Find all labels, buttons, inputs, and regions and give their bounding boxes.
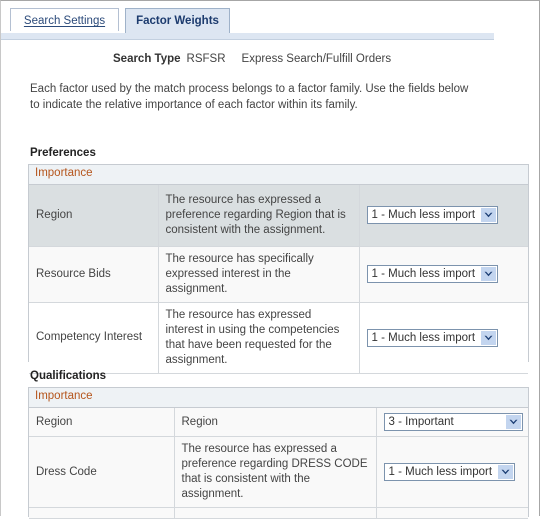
preferences-row-0-importance-value: 1 - Much less import [371, 209, 476, 222]
qualifications-grid-header: Importance [29, 388, 528, 408]
preferences-row-0-importance-select[interactable]: 1 - Much less import [366, 206, 498, 225]
chevron-down-icon[interactable] [480, 208, 496, 223]
table-row: Region Region 3 - Important [29, 408, 528, 437]
qualifications-row-2-description [174, 507, 377, 519]
tab-bar: Search Settings Factor Weights [1, 8, 540, 40]
qualifications-table: Region Region 3 - Important Dress Code T… [29, 408, 528, 519]
table-row: Dress Code The resource has expressed a … [29, 436, 528, 508]
qualifications-importance-header: Importance [35, 390, 93, 402]
chevron-down-icon[interactable] [505, 415, 521, 429]
tab-search-settings[interactable]: Search Settings [10, 8, 119, 31]
preferences-row-2-description: The resource has expressed interest in u… [158, 302, 360, 374]
search-type-name: Express Search/Fulfill Orders [241, 53, 392, 65]
preferences-table: Region The resource has expressed a pref… [29, 185, 528, 374]
qualifications-row-2-factor [29, 507, 175, 519]
preferences-row-2-importance-select[interactable]: 1 - Much less import [366, 328, 498, 347]
qualifications-row-2-importance-cell [376, 507, 528, 519]
preferences-row-1-importance-value: 1 - Much less import [371, 268, 476, 280]
qualifications-grid: Importance Region Region 3 - Important D… [28, 387, 529, 519]
qualifications-row-1-importance-cell: 1 - Much less import [376, 436, 528, 508]
qualifications-row-1-importance-value: 1 - Much less import [388, 466, 493, 478]
section-title-preferences: Preferences [30, 147, 96, 159]
tab-factor-weights[interactable]: Factor Weights [125, 8, 230, 33]
chevron-down-icon[interactable] [480, 267, 496, 281]
search-type-code: RSFSR [186, 53, 226, 65]
tab-underline [1, 33, 494, 40]
qualifications-row-1-importance-select[interactable]: 1 - Much less import [383, 463, 515, 481]
table-row: Region The resource has expressed a pref… [29, 185, 528, 247]
tab-factor-weights-label: Factor Weights [136, 15, 219, 27]
preferences-row-2-importance-value: 1 - Much less import [371, 331, 476, 344]
preferences-importance-header: Importance [35, 167, 93, 179]
preferences-row-0-importance-cell: 1 - Much less import [359, 185, 528, 247]
table-row: Competency Interest The resource has exp… [29, 302, 528, 374]
preferences-row-1-importance-cell: 1 - Much less import [359, 246, 528, 303]
qualifications-row-1-description: The resource has expressed a preference … [174, 436, 377, 508]
qualifications-row-1-factor: Dress Code [29, 436, 175, 508]
qualifications-row-0-factor: Region [29, 408, 175, 437]
table-row-partial [29, 507, 528, 519]
preferences-row-2-importance-cell: 1 - Much less import [359, 302, 528, 374]
preferences-row-1-importance-select[interactable]: 1 - Much less import [366, 265, 498, 283]
search-type-label: Search Type [113, 53, 181, 65]
preferences-row-2-factor: Competency Interest [29, 302, 159, 374]
preferences-grid-header: Importance [29, 165, 528, 185]
preferences-grid: Importance Region The resource has expre… [28, 164, 529, 374]
preferences-row-0-description: The resource has expressed a preference … [158, 185, 360, 247]
chevron-down-icon[interactable] [480, 330, 496, 345]
intro-text: Each factor used by the match process be… [30, 83, 469, 111]
table-row: Resource Bids The resource has specifica… [29, 246, 528, 303]
page-container: Search Settings Factor Weights Search Ty… [0, 0, 540, 519]
qualifications-row-0-importance-select[interactable]: 3 - Important [383, 413, 523, 431]
qualifications-row-0-importance-cell: 3 - Important [376, 408, 528, 437]
chevron-down-icon[interactable] [497, 465, 513, 479]
qualifications-row-0-importance-value: 3 - Important [388, 416, 454, 428]
qualifications-row-0-description: Region [174, 408, 377, 437]
section-title-qualifications: Qualifications [30, 370, 107, 382]
search-type-row: Search Type RSFSR Express Search/Fulfill O… [113, 53, 391, 65]
preferences-row-0-factor: Region [29, 185, 159, 247]
tab-search-settings-label: Search Settings [23, 15, 106, 27]
preferences-row-1-description: The resource has specifically expressed … [158, 246, 360, 303]
preferences-row-1-factor: Resource Bids [29, 246, 159, 303]
